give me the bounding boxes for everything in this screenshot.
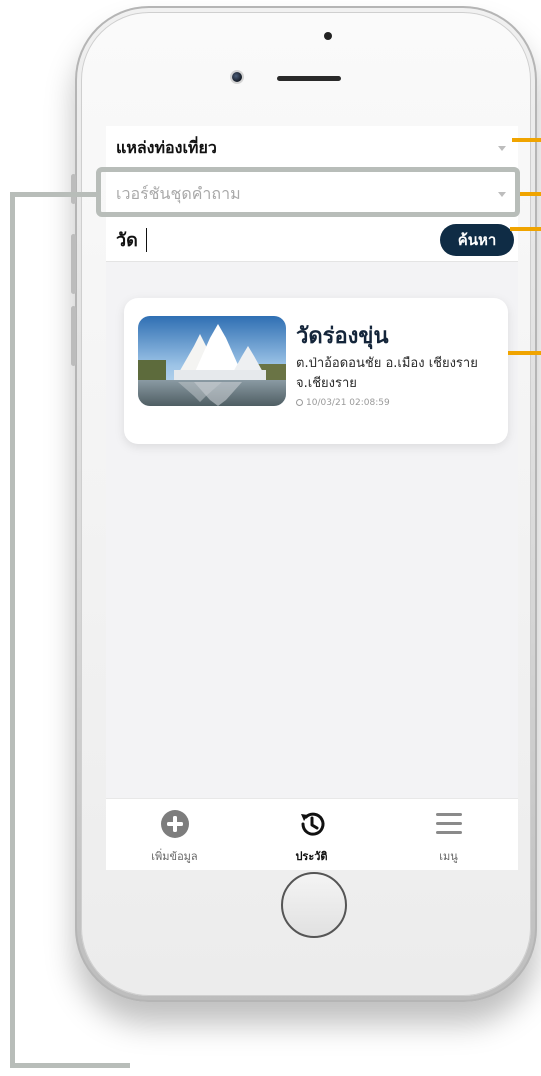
chevron-down-icon bbox=[498, 146, 506, 151]
result-address: ต.ป่าอ้อดอนชัย อ.เมือง เชียงราย จ.เชียงร… bbox=[296, 356, 478, 391]
menu-icon bbox=[436, 813, 462, 834]
result-card[interactable]: วัดร่องขุ่น ต.ป่าอ้อดอนชัย อ.เมือง เชียง… bbox=[124, 298, 508, 444]
annotation-line-result bbox=[508, 351, 541, 355]
add-circle-icon bbox=[161, 810, 189, 838]
search-input[interactable] bbox=[116, 222, 426, 256]
category-select[interactable]: แหล่งท่องเที่ยว bbox=[106, 126, 518, 170]
text-cursor bbox=[146, 228, 147, 252]
speaker-grille bbox=[277, 76, 341, 81]
result-timestamp-row: 10/03/21 02:08:59 bbox=[296, 398, 390, 408]
category-select-value: แหล่งท่องเที่ยว bbox=[116, 138, 217, 157]
annotation-line-version bbox=[520, 192, 541, 196]
phone-frame: แหล่งท่องเที่ยว เวอร์ชันชุดคำถาม ค้นหา bbox=[71, 6, 537, 1002]
app-screen: แหล่งท่องเที่ยว เวอร์ชันชุดคำถาม ค้นหา bbox=[106, 126, 518, 870]
home-button[interactable] bbox=[281, 872, 347, 938]
annotation-bracket-top bbox=[10, 192, 98, 197]
annotation-bracket-bottom bbox=[10, 1063, 130, 1068]
clock-icon bbox=[296, 399, 303, 406]
front-camera-icon bbox=[232, 72, 242, 82]
bottom-tab-bar: เพิ่มข้อมูล ประวัติ เมนู bbox=[106, 798, 518, 870]
tab-history-label: ประวัติ bbox=[295, 850, 328, 863]
temple-thumbnail bbox=[138, 316, 286, 406]
tab-add-data[interactable]: เพิ่มข้อมูล bbox=[106, 799, 243, 870]
annotation-bracket-left bbox=[10, 192, 15, 1068]
annotation-line-search bbox=[510, 227, 541, 231]
sensor-dot bbox=[324, 32, 332, 40]
history-icon bbox=[301, 812, 325, 836]
volume-up-button bbox=[71, 234, 76, 294]
stage: แหล่งท่องเที่ยว เวอร์ชันชุดคำถาม ค้นหา bbox=[0, 0, 541, 1076]
mute-switch bbox=[71, 174, 76, 204]
result-timestamp: 10/03/21 02:08:59 bbox=[306, 398, 390, 408]
annotation-line-category bbox=[512, 138, 541, 142]
highlight-box bbox=[96, 167, 520, 217]
result-title: วัดร่องขุ่น bbox=[296, 324, 389, 349]
tab-menu-label: เมนู bbox=[439, 850, 458, 863]
tab-menu[interactable]: เมนู bbox=[380, 799, 517, 870]
tab-history[interactable]: ประวัติ bbox=[243, 799, 380, 870]
phone-bezel: แหล่งท่องเที่ยว เวอร์ชันชุดคำถาม ค้นหา bbox=[81, 12, 531, 996]
volume-down-button bbox=[71, 306, 76, 366]
search-button[interactable]: ค้นหา bbox=[440, 224, 514, 256]
tab-add-data-label: เพิ่มข้อมูล bbox=[151, 850, 198, 863]
search-bar: ค้นหา bbox=[106, 216, 518, 262]
